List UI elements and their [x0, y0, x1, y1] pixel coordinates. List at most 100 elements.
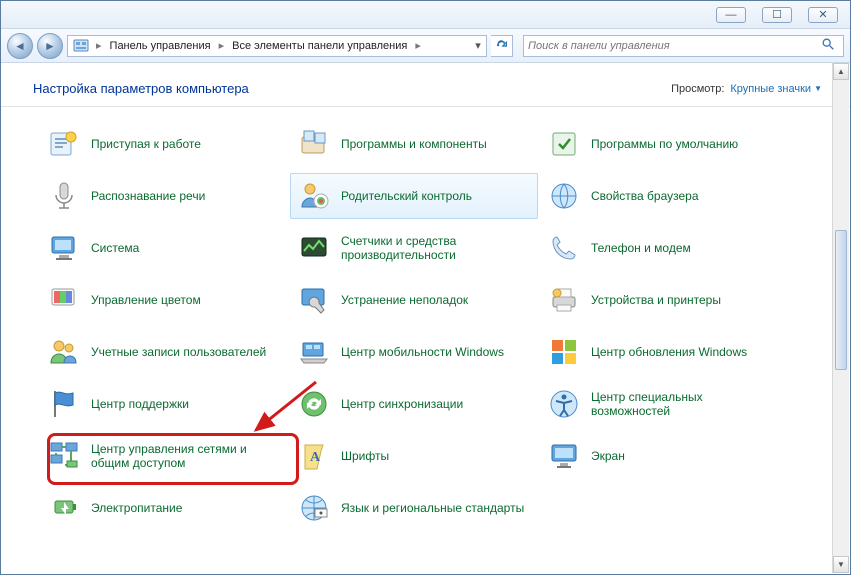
scroll-down-button[interactable]: ▼ — [833, 556, 849, 573]
item-troubleshooting[interactable]: Устранение неполадок — [290, 277, 538, 323]
language-icon — [297, 491, 331, 525]
item-label: Родительский контроль — [341, 189, 472, 203]
item-phone-modem[interactable]: Телефон и модем — [540, 225, 788, 271]
svg-text:A: A — [310, 450, 321, 465]
chevron-down-icon: ▼ — [814, 84, 822, 93]
page-header: Настройка параметров компьютера Просмотр… — [1, 63, 850, 107]
breadcrumb-control-panel[interactable]: Панель управления — [104, 40, 217, 52]
performance-icon — [297, 231, 331, 265]
microphone-icon — [47, 179, 81, 213]
item-color-management[interactable]: Управление цветом — [40, 277, 288, 323]
item-label: Центр специальных возможностей — [591, 390, 781, 418]
item-mobility-center[interactable]: Центр мобильности Windows — [290, 329, 538, 375]
view-mode-selector[interactable]: Крупные значки▼ — [730, 83, 822, 95]
item-label: Шрифты — [341, 449, 389, 463]
search-input[interactable] — [528, 40, 817, 52]
item-label: Программы и компоненты — [341, 137, 487, 151]
maximize-button[interactable]: ☐ — [762, 7, 792, 23]
back-button[interactable]: ◄ — [7, 33, 33, 59]
item-parental-controls[interactable]: Родительский контроль — [290, 173, 538, 219]
scroll-track[interactable] — [833, 80, 849, 556]
color-icon — [47, 283, 81, 317]
power-icon — [47, 491, 81, 525]
system-icon — [47, 231, 81, 265]
item-label: Устройства и принтеры — [591, 293, 721, 307]
item-performance-tools[interactable]: Счетчики и средства производительности — [290, 225, 538, 271]
item-getting-started[interactable]: Приступая к работе — [40, 121, 288, 167]
item-label: Центр синхронизации — [341, 397, 463, 411]
item-label: Распознавание речи — [91, 189, 205, 203]
item-default-programs[interactable]: Программы по умолчанию — [540, 121, 788, 167]
item-label: Учетные записи пользователей — [91, 345, 266, 359]
navigation-bar: ◄ ► ▸ Панель управления ▸ Все элементы п… — [1, 29, 850, 63]
breadcrumb-separator: ▸ — [217, 39, 227, 52]
view-label: Просмотр: — [671, 83, 724, 95]
printer-icon — [547, 283, 581, 317]
flag-icon — [47, 387, 81, 421]
item-region-language[interactable]: Язык и региональные стандарты — [290, 485, 538, 531]
item-power-options[interactable]: Электропитание — [40, 485, 288, 531]
address-bar[interactable]: ▸ Панель управления ▸ Все элементы панел… — [67, 35, 487, 57]
item-display[interactable]: Экран — [540, 433, 788, 479]
item-programs-features[interactable]: Программы и компоненты — [290, 121, 538, 167]
item-label: Свойства браузера — [591, 189, 699, 203]
users-icon — [47, 335, 81, 369]
item-label: Центр мобильности Windows — [341, 345, 504, 359]
view-mode: Просмотр: Крупные значки▼ — [671, 83, 822, 95]
item-label: Центр управления сетями и общим доступом — [91, 442, 281, 470]
item-user-accounts[interactable]: Учетные записи пользователей — [40, 329, 288, 375]
parental-controls-icon — [297, 179, 331, 213]
breadcrumb-all-items[interactable]: Все элементы панели управления — [226, 40, 413, 52]
item-label: Телефон и модем — [591, 241, 691, 255]
scroll-thumb[interactable] — [835, 230, 847, 370]
item-speech-recognition[interactable]: Распознавание речи — [40, 173, 288, 219]
item-fonts[interactable]: A Шрифты — [290, 433, 538, 479]
address-dropdown[interactable]: ▾ — [470, 39, 486, 52]
item-label: Центр обновления Windows — [591, 345, 747, 359]
vertical-scrollbar[interactable]: ▲ ▼ — [832, 63, 849, 573]
item-label: Язык и региональные стандарты — [341, 501, 524, 515]
troubleshoot-icon — [297, 283, 331, 317]
accessibility-icon — [547, 387, 581, 421]
refresh-button[interactable] — [491, 35, 513, 57]
item-ease-of-access[interactable]: Центр специальных возможностей — [540, 381, 788, 427]
breadcrumb-separator: ▸ — [94, 39, 104, 52]
control-panel-icon — [72, 37, 90, 55]
network-icon — [47, 439, 81, 473]
item-internet-options[interactable]: Свойства браузера — [540, 173, 788, 219]
item-label: Устранение неполадок — [341, 293, 468, 307]
item-label: Программы по умолчанию — [591, 137, 738, 151]
search-icon[interactable] — [817, 37, 839, 54]
default-programs-icon — [547, 127, 581, 161]
update-icon — [547, 335, 581, 369]
titlebar: — ☐ ✕ — [1, 1, 850, 29]
item-label: Управление цветом — [91, 293, 201, 307]
fonts-icon: A — [297, 439, 331, 473]
item-label: Центр поддержки — [91, 397, 189, 411]
items-grid: Приступая к работе Программы и компонент… — [40, 121, 831, 531]
item-devices-printers[interactable]: Устройства и принтеры — [540, 277, 788, 323]
scroll-up-button[interactable]: ▲ — [833, 63, 849, 80]
getting-started-icon — [47, 127, 81, 161]
forward-button[interactable]: ► — [37, 33, 63, 59]
item-sync-center[interactable]: Центр синхронизации — [290, 381, 538, 427]
item-network-sharing[interactable]: Центр управления сетями и общим доступом — [40, 433, 288, 479]
globe-icon — [547, 179, 581, 213]
close-button[interactable]: ✕ — [808, 7, 838, 23]
item-system[interactable]: Система — [40, 225, 288, 271]
item-action-center[interactable]: Центр поддержки — [40, 381, 288, 427]
item-label: Приступая к работе — [91, 137, 201, 151]
phone-icon — [547, 231, 581, 265]
page-title: Настройка параметров компьютера — [33, 81, 249, 96]
breadcrumb-separator: ▸ — [413, 39, 423, 52]
control-panel-window: — ☐ ✕ ◄ ► ▸ Панель управления ▸ Все элем… — [0, 0, 851, 575]
content-area: Приступая к работе Программы и компонент… — [2, 113, 849, 573]
item-label: Счетчики и средства производительности — [341, 234, 531, 262]
item-windows-update[interactable]: Центр обновления Windows — [540, 329, 788, 375]
item-label: Электропитание — [91, 501, 182, 515]
sync-icon — [297, 387, 331, 421]
item-label: Система — [91, 241, 139, 255]
item-label: Экран — [591, 449, 625, 463]
minimize-button[interactable]: — — [716, 7, 746, 23]
search-box[interactable] — [523, 35, 844, 57]
